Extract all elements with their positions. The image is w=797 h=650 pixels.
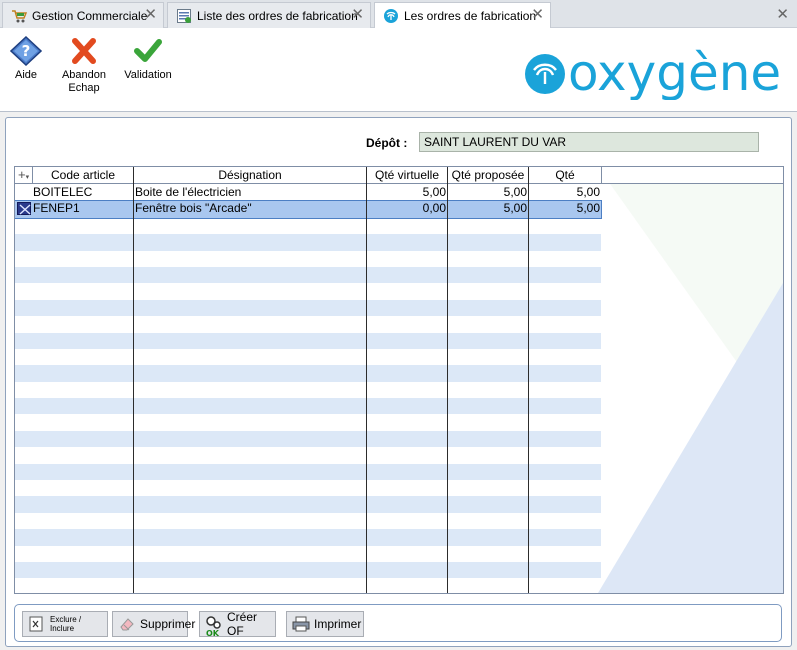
cell-code: FENEP1	[33, 201, 80, 216]
cell-qte-virtuelle: 0,00	[422, 201, 446, 216]
empty-row	[15, 414, 601, 430]
cell-designation: Fenêtre bois "Arcade"	[135, 201, 252, 216]
imprimer-button[interactable]: Imprimer	[286, 611, 364, 637]
logo-text: oxygène	[568, 48, 781, 100]
exclure-inclure-button[interactable]: Exclure / Inclure	[22, 611, 108, 637]
empty-row	[15, 398, 601, 415]
add-column-button[interactable]: +▾	[15, 167, 33, 184]
empty-row	[15, 365, 601, 382]
cart-icon	[11, 8, 28, 24]
main-panel: Dépôt : SAINT LAURENT DU VAR +▾ Code art…	[5, 117, 792, 647]
close-icon[interactable]: ✕	[144, 7, 157, 22]
column-header-qte[interactable]: Qté	[529, 167, 602, 184]
selection-marker-icon[interactable]	[17, 202, 31, 216]
cell-qte-proposee: 5,00	[503, 185, 527, 199]
tab-label: Les ordres de fabrication	[404, 9, 537, 23]
abandon-label: Abandon	[61, 69, 107, 81]
column-divider	[447, 167, 448, 593]
ordres-grid: +▾ Code article Désignation Qté virtuell…	[14, 166, 784, 594]
grid-watermark	[598, 283, 783, 593]
empty-row	[15, 218, 601, 234]
depot-label: Dépôt :	[366, 136, 408, 150]
empty-row	[15, 529, 601, 546]
cell-qte: 5,00	[576, 185, 600, 199]
exclure-label: Exclure / Inclure	[50, 615, 82, 633]
empty-row	[15, 561, 601, 579]
empty-row	[15, 496, 601, 513]
tab-liste-ordres[interactable]: Liste des ordres de fabrication ✕	[167, 2, 371, 28]
column-divider	[133, 167, 134, 593]
cell-qte: 5,00	[576, 201, 600, 216]
button-bar: Exclure / Inclure Supprimer OK Créer OF …	[14, 604, 782, 642]
grid-rows: BOITELEC Boite de l'électricien 5,00 5,0…	[15, 185, 602, 579]
imprimer-label: Imprimer	[314, 617, 362, 631]
empty-row	[15, 332, 601, 349]
close-icon[interactable]: ✕	[531, 7, 544, 22]
empty-row	[15, 382, 601, 398]
tab-label: Liste des ordres de fabrication	[197, 8, 358, 23]
cell-qte-virtuelle: 5,00	[422, 185, 446, 199]
depot-field[interactable]: SAINT LAURENT DU VAR	[419, 132, 759, 152]
printer-icon	[292, 615, 310, 633]
abandon-shortcut: Echap	[68, 82, 100, 94]
table-row-selected[interactable]: FENEP1 Fenêtre bois "Arcade" 0,00 5,00 5…	[15, 200, 602, 219]
empty-row	[15, 480, 601, 496]
empty-row	[15, 316, 601, 332]
empty-row	[15, 447, 601, 463]
tab-label: Gestion Commerciale	[32, 8, 148, 23]
column-divider	[366, 167, 367, 593]
grid-header: +▾ Code article Désignation Qté virtuell…	[15, 167, 783, 184]
column-header-qte-proposee[interactable]: Qté proposée	[448, 167, 529, 184]
close-all-icon[interactable]: ✕	[776, 5, 789, 23]
svg-text:OK: OK	[206, 629, 220, 637]
empty-row	[15, 234, 601, 251]
oxygene-logo: oxygène	[522, 44, 784, 103]
aide-button[interactable]: ? Aide	[6, 35, 46, 82]
table-row[interactable]: BOITELEC Boite de l'électricien 5,00 5,0…	[15, 185, 601, 201]
empty-row	[15, 299, 601, 317]
cell-qte-proposee: 5,00	[503, 201, 527, 216]
gears-ok-icon: OK	[205, 615, 223, 638]
plus-icon: +	[18, 167, 26, 182]
list-icon	[176, 8, 192, 24]
creer-of-label: Créer OF	[227, 610, 258, 638]
abandon-button[interactable]: Abandon Echap	[58, 36, 110, 95]
column-divider	[528, 167, 529, 593]
palm-icon	[383, 8, 399, 24]
empty-row	[15, 266, 601, 284]
column-header-qte-virtuelle[interactable]: Qté virtuelle	[367, 167, 448, 184]
column-header-designation[interactable]: Désignation	[134, 167, 367, 184]
supprimer-label: Supprimer	[140, 617, 196, 631]
empty-row	[15, 349, 601, 365]
validation-button[interactable]: Validation	[122, 36, 174, 82]
close-icon[interactable]: ✕	[351, 7, 364, 22]
tab-gestion-commerciale[interactable]: Gestion Commerciale ✕	[2, 2, 164, 28]
creer-of-button[interactable]: OK Créer OF	[199, 610, 276, 638]
help-icon: ?	[9, 35, 43, 67]
validation-label: Validation	[124, 69, 172, 81]
exclude-icon	[28, 615, 46, 633]
toolbar: ? Aide Abandon Echap Validation oxygène	[0, 28, 797, 112]
empty-row	[15, 513, 601, 529]
empty-row	[15, 283, 601, 299]
column-header-code[interactable]: Code article	[33, 167, 134, 184]
empty-row	[15, 546, 601, 562]
eraser-icon	[118, 615, 136, 633]
tab-les-ordres[interactable]: Les ordres de fabrication ✕	[374, 2, 551, 29]
aide-label: Aide	[14, 69, 38, 81]
cell-code: BOITELEC	[33, 185, 93, 199]
empty-row	[15, 430, 601, 448]
tab-bar: Gestion Commerciale ✕ Liste des ordres d…	[0, 0, 797, 29]
cross-icon	[68, 36, 100, 66]
svg-text:?: ?	[22, 42, 31, 60]
empty-row	[15, 251, 601, 267]
supprimer-button[interactable]: Supprimer	[112, 611, 195, 637]
check-icon	[132, 36, 164, 66]
cell-designation: Boite de l'électricien	[135, 185, 242, 199]
empty-row	[15, 463, 601, 481]
